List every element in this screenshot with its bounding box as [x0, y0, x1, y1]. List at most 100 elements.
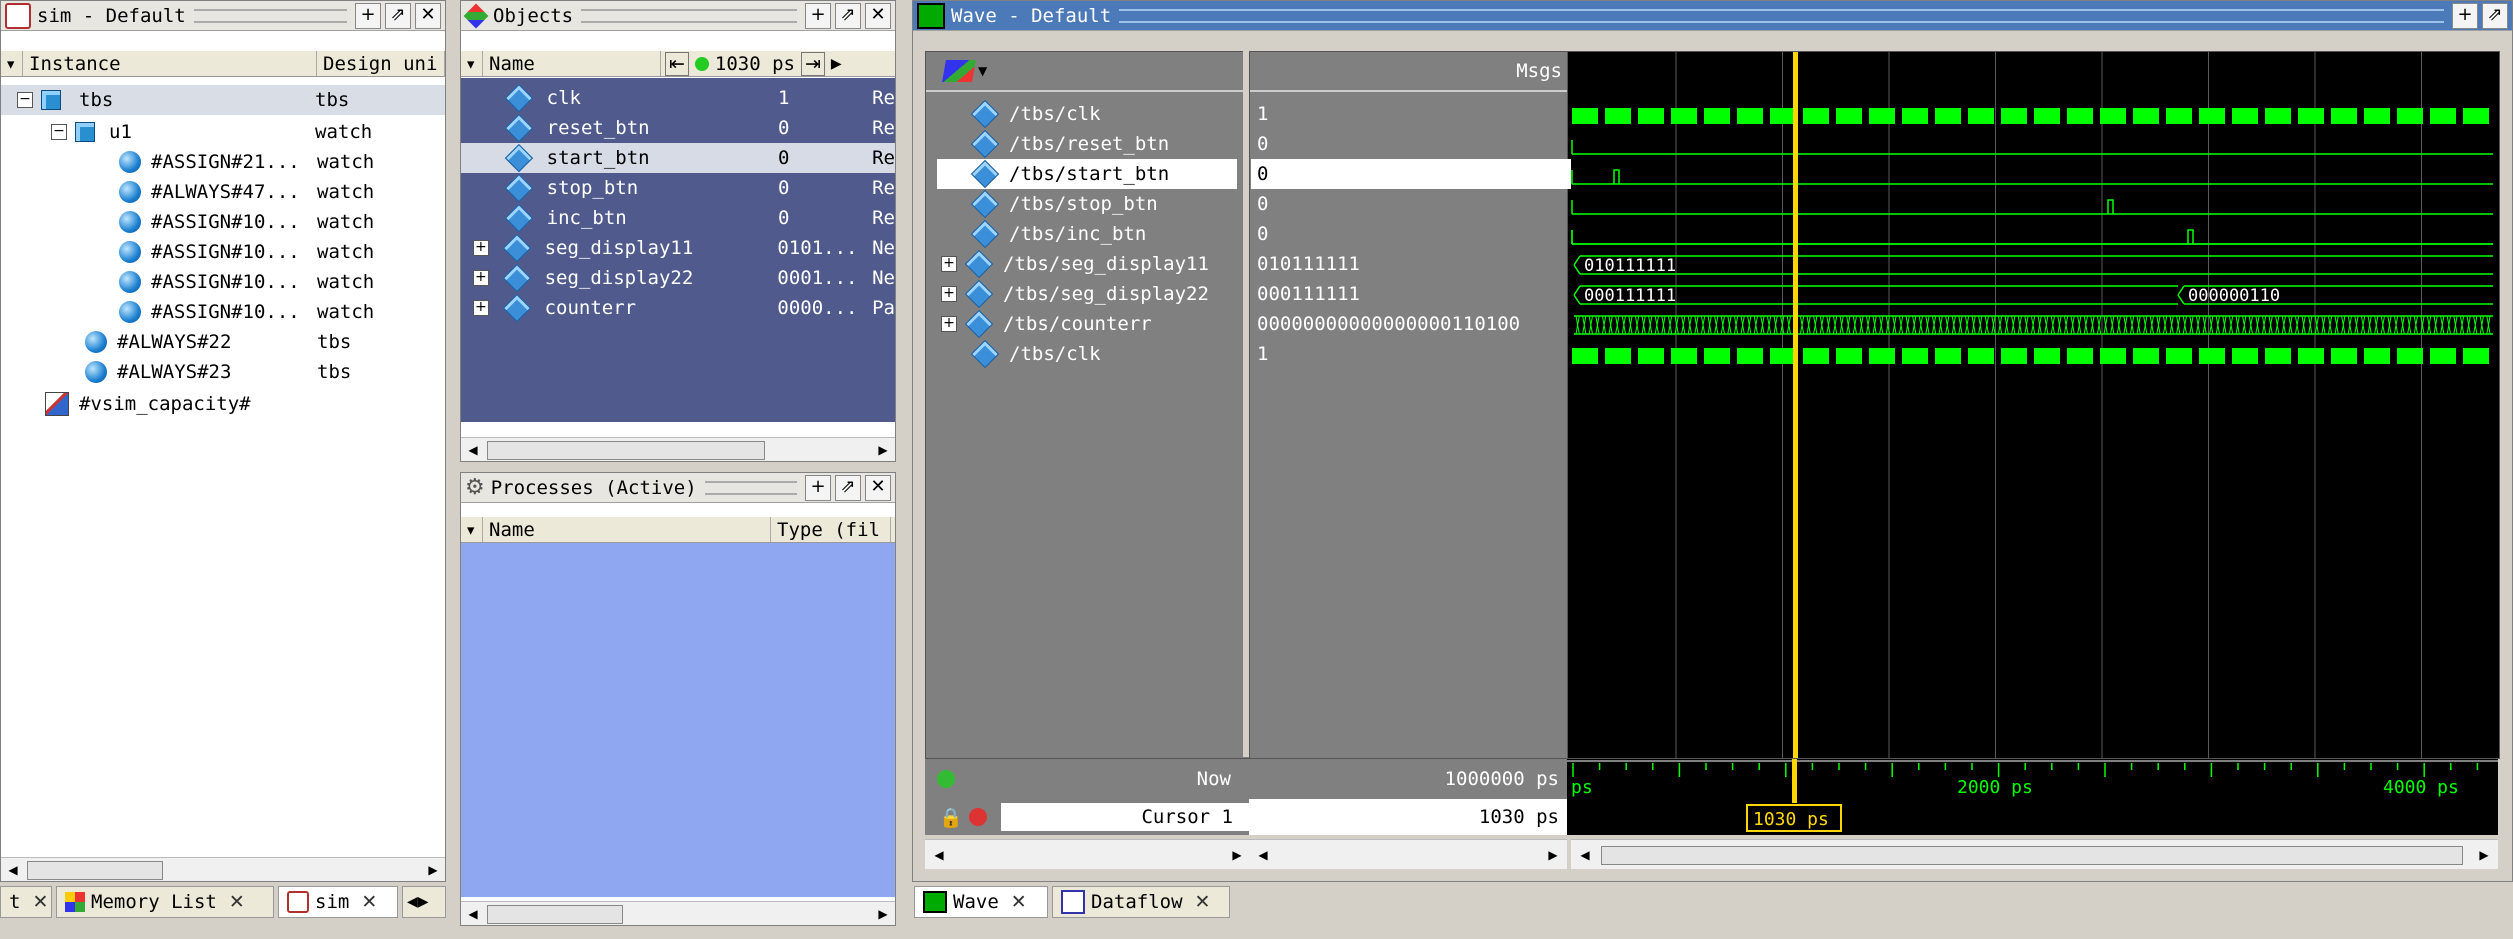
expand-icon[interactable]: + — [473, 240, 489, 256]
tree-row[interactable]: #ALWAYS#22 tbs — [1, 327, 445, 357]
expand-icon[interactable]: + — [941, 286, 957, 302]
tree-row[interactable]: #ASSIGN#10... watch — [1, 207, 445, 237]
sim-titlebar[interactable]: sim - Default + ⇗ ✕ — [1, 1, 445, 31]
wave-titlebar[interactable]: Wave - Default + ⇗ — [913, 1, 2512, 31]
wave-signal-name-row[interactable]: + /tbs/seg_display22 — [937, 279, 1237, 309]
cursor-label[interactable]: Cursor 1 — [1000, 803, 1251, 831]
scroll-right-arrow[interactable]: ▶ — [873, 904, 893, 924]
close-icon[interactable]: ✕ — [1195, 891, 1211, 913]
wave-signal-name-row[interactable]: /tbs/clk — [937, 339, 1237, 369]
scroll-left-arrow[interactable]: ◀ — [463, 440, 483, 460]
scroll-left-arrow[interactable]: ◀ — [3, 860, 23, 880]
objects-title-grip[interactable] — [581, 8, 797, 23]
tree-row-vsim-capacity[interactable]: #vsim_capacity# — [1, 389, 445, 419]
scroll-left-arrow[interactable]: ◀ — [1575, 845, 1595, 865]
tab-scroll-arrows[interactable]: ◀▶ — [402, 886, 446, 918]
close-icon[interactable]: ✕ — [361, 891, 377, 913]
more-arrow-icon[interactable]: ▶ — [831, 56, 842, 72]
scroll-left-arrow[interactable]: ◀ — [1253, 845, 1273, 865]
scroll-thumb[interactable] — [487, 905, 623, 924]
sim-hscroll[interactable]: ◀ ▶ — [1, 857, 445, 881]
wave-hscroll[interactable]: ◀ ▶ — [1571, 839, 2498, 869]
object-row[interactable]: clk 1 Re — [461, 83, 895, 113]
collapse-icon[interactable]: − — [51, 124, 67, 140]
expand-icon[interactable]: + — [941, 316, 957, 332]
tab-sim[interactable]: sim ✕ — [278, 886, 398, 918]
waveform-svg[interactable]: 010111111 000111111 000000110 — [1568, 52, 2499, 758]
wave-signal-name-row[interactable]: /tbs/start_btn — [937, 159, 1237, 189]
names-hscroll[interactable]: ◀ ▶ — [925, 839, 1251, 869]
objects-add-button[interactable]: + — [805, 2, 831, 29]
sort-icon[interactable]: ▾ — [461, 517, 483, 542]
object-row[interactable]: reset_btn 0 Re — [461, 113, 895, 143]
tree-row[interactable]: #ASSIGN#10... watch — [1, 237, 445, 267]
sim-add-button[interactable]: + — [355, 2, 381, 29]
scroll-thumb[interactable] — [487, 441, 765, 460]
close-icon[interactable]: ✕ — [229, 891, 245, 913]
wave-signal-name-row[interactable]: /tbs/stop_btn — [937, 189, 1237, 219]
name-column-header[interactable]: Name — [483, 51, 661, 76]
name-column-header[interactable]: Name — [483, 517, 771, 542]
objects-close-button[interactable]: ✕ — [865, 2, 891, 29]
tree-row-u1[interactable]: − u1 watch — [1, 117, 445, 147]
type-column-header[interactable]: Type (fil — [771, 517, 891, 542]
collapse-icon[interactable]: − — [17, 92, 33, 108]
wave-title-grip[interactable] — [1119, 8, 2444, 23]
instance-column-header[interactable]: Instance — [23, 51, 317, 76]
tree-row[interactable]: #ALWAYS#23 tbs — [1, 357, 445, 387]
processes-close-button[interactable]: ✕ — [865, 474, 891, 501]
close-icon[interactable]: ✕ — [32, 891, 48, 913]
sort-icon[interactable]: ▾ — [461, 51, 483, 76]
design-unit-column-header[interactable]: Design uni — [317, 51, 445, 76]
waveform-canvas[interactable]: 010111111 000111111 000000110 — [1567, 51, 2500, 759]
wave-signal-name-row[interactable]: + /tbs/counterr — [937, 309, 1237, 339]
lock-icon[interactable]: 🔒 — [939, 806, 963, 829]
expand-icon[interactable]: + — [473, 270, 489, 286]
object-row-selected[interactable]: start_btn 0 Re — [461, 143, 895, 173]
wave-undock-button[interactable]: ⇗ — [2482, 2, 2508, 29]
objects-titlebar[interactable]: Objects + ⇗ ✕ — [461, 1, 895, 31]
wave-signal-name-row[interactable]: /tbs/reset_btn — [937, 129, 1237, 159]
wave-signal-name-row[interactable]: /tbs/clk — [937, 99, 1237, 129]
step-back-icon[interactable]: ⇤ — [665, 51, 689, 76]
scroll-right-arrow[interactable]: ▶ — [423, 860, 443, 880]
object-row[interactable]: + seg_display11 0101... Ne — [461, 233, 895, 263]
objects-hscroll[interactable]: ◀ ▶ — [461, 437, 895, 461]
tree-row[interactable]: #ALWAYS#47... watch — [1, 177, 445, 207]
remove-cursor-icon[interactable] — [968, 808, 987, 826]
sim-close-button[interactable]: ✕ — [415, 2, 441, 29]
sim-undock-button[interactable]: ⇗ — [385, 2, 411, 29]
object-row[interactable]: stop_btn 0 Re — [461, 173, 895, 203]
close-icon[interactable]: ✕ — [1011, 891, 1027, 913]
scroll-right-arrow[interactable]: ▶ — [1227, 845, 1247, 865]
tree-row-tbs[interactable]: − tbs tbs — [1, 85, 445, 115]
processes-title-grip[interactable] — [704, 480, 797, 495]
expand-icon[interactable]: + — [473, 300, 489, 316]
tree-row[interactable]: #ASSIGN#10... watch — [1, 297, 445, 327]
wave-signal-name-row[interactable]: + /tbs/seg_display11 — [937, 249, 1237, 279]
tab-t[interactable]: t ✕ — [0, 886, 52, 918]
tab-wave[interactable]: Wave ✕ — [914, 886, 1048, 918]
objects-undock-button[interactable]: ⇗ — [835, 2, 861, 29]
scroll-left-arrow[interactable]: ◀ — [929, 845, 949, 865]
scroll-right-arrow[interactable]: ▶ — [873, 440, 893, 460]
processes-hscroll[interactable]: ◀ ▶ — [461, 901, 895, 925]
processes-titlebar[interactable]: ⚙ Processes (Active) + ⇗ ✕ — [461, 473, 895, 503]
scroll-thumb[interactable] — [1601, 846, 2463, 865]
object-row[interactable]: inc_btn 0 Re — [461, 203, 895, 233]
sort-icon[interactable]: ▾ — [1, 51, 23, 76]
processes-undock-button[interactable]: ⇗ — [835, 474, 861, 501]
object-row[interactable]: + seg_display22 0001... Ne — [461, 263, 895, 293]
values-hscroll[interactable]: ◀ ▶ — [1249, 839, 1567, 869]
dropdown-arrow-icon[interactable]: ▼ — [978, 64, 987, 78]
wave-add-button[interactable]: + — [2452, 2, 2478, 29]
processes-add-button[interactable]: + — [805, 474, 831, 501]
tree-row[interactable]: #ASSIGN#10... watch — [1, 267, 445, 297]
object-row[interactable]: + counterr 0000... Pa — [461, 293, 895, 323]
scroll-right-arrow[interactable]: ▶ — [1543, 845, 1563, 865]
tab-dataflow[interactable]: Dataflow ✕ — [1052, 886, 1230, 918]
tab-memory-list[interactable]: Memory List ✕ — [56, 886, 274, 918]
expand-icon[interactable]: + — [941, 256, 957, 272]
step-forward-icon[interactable]: ⇥ — [801, 51, 825, 76]
sim-title-grip[interactable] — [193, 8, 347, 23]
